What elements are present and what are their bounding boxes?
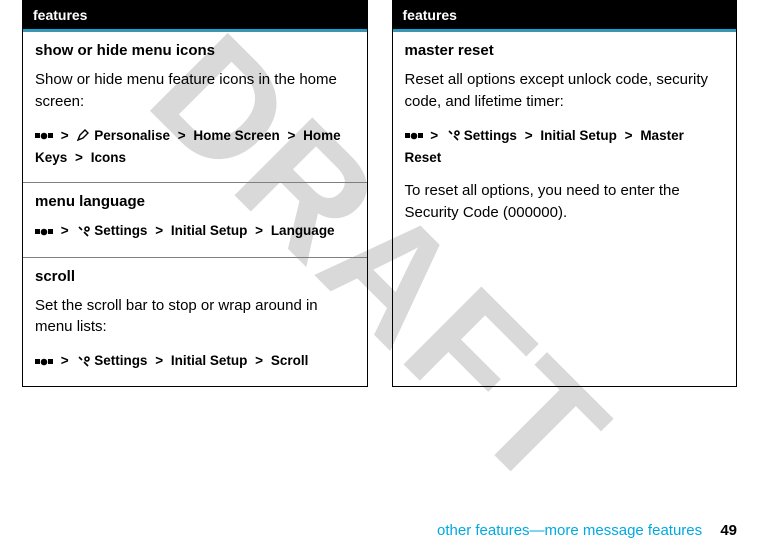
center-key-icon: [35, 351, 53, 373]
section-menu-language: menu language > Settings > Initial Setup…: [23, 182, 367, 256]
footer-text: other features—more message features: [437, 522, 702, 539]
settings-icon: [446, 125, 460, 147]
nav-path: > Settings > Initial Setup > Language: [35, 220, 355, 242]
page-number: 49: [720, 522, 737, 539]
security-code-value: 000000: [508, 204, 558, 221]
page: features show or hide menu icons Show or…: [0, 0, 759, 547]
section-body: Reset all options except unlock code, se…: [405, 69, 725, 113]
settings-icon: [76, 221, 90, 243]
section-title: menu language: [35, 193, 355, 210]
security-code-label: Security Code: [405, 204, 499, 221]
left-header: features: [23, 1, 367, 31]
path-item: Settings: [464, 128, 517, 143]
path-item: Home Screen: [193, 128, 279, 143]
left-column: features show or hide menu icons Show or…: [22, 0, 368, 387]
after-text-post: ).: [558, 204, 567, 221]
nav-path: > Personalise > Home Screen > Home Keys …: [35, 125, 355, 169]
path-item: Initial Setup: [540, 128, 617, 143]
path-item: Settings: [94, 353, 147, 368]
section-show-hide-icons: show or hide menu icons Show or hide men…: [23, 31, 367, 182]
center-key-icon: [35, 221, 53, 243]
path-item: Icons: [91, 150, 126, 165]
section-title: show or hide menu icons: [35, 42, 355, 59]
section-after-text: To reset all options, you need to enter …: [405, 180, 725, 224]
path-item: Settings: [94, 223, 147, 238]
path-item: Initial Setup: [171, 353, 248, 368]
path-item: Scroll: [271, 353, 309, 368]
section-title: master reset: [405, 42, 725, 59]
section-body: Set the scroll bar to stop or wrap aroun…: [35, 295, 355, 339]
section-master-reset: master reset Reset all options except un…: [393, 31, 737, 238]
footer: other features—more message features 49: [437, 522, 737, 539]
settings-icon: [76, 351, 90, 373]
right-header: features: [393, 1, 737, 31]
right-column: features master reset Reset all options …: [392, 0, 738, 387]
path-item: Personalise: [94, 128, 170, 143]
center-key-icon: [405, 125, 423, 147]
path-item: Initial Setup: [171, 223, 248, 238]
section-title: scroll: [35, 268, 355, 285]
personalise-icon: [76, 125, 90, 147]
nav-path: > Settings > Initial Setup > Master Rese…: [405, 125, 725, 169]
path-item: Language: [271, 223, 335, 238]
after-text-mid: (: [499, 204, 508, 221]
section-scroll: scroll Set the scroll bar to stop or wra…: [23, 257, 367, 387]
section-body: Show or hide menu feature icons in the h…: [35, 69, 355, 113]
after-text-pre: To reset all options, you need to enter …: [405, 182, 680, 199]
center-key-icon: [35, 125, 53, 147]
nav-path: > Settings > Initial Setup > Scroll: [35, 350, 355, 372]
